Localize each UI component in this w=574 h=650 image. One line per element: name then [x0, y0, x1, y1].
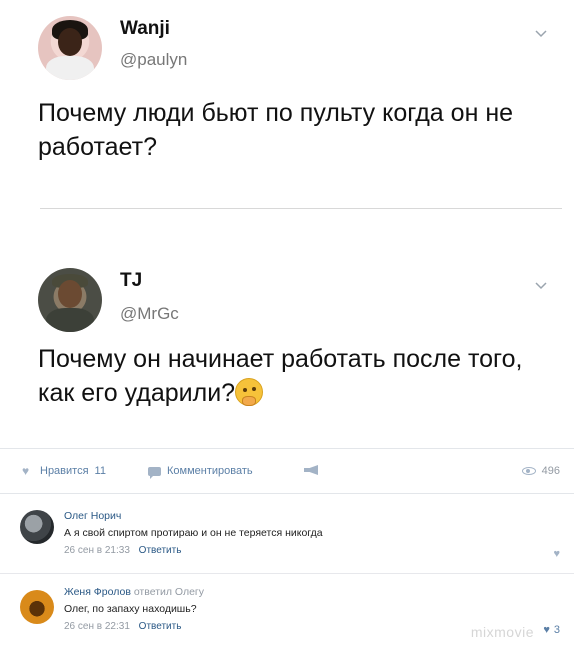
avatar-body [46, 56, 94, 80]
comment-meta: 26 сен в 21:33 Ответить [64, 545, 181, 556]
avatar-body [46, 308, 94, 332]
comment-meta: 26 сен в 22:31 Ответить [64, 621, 181, 632]
reply-to-label[interactable]: ответил Олегу [134, 586, 204, 598]
comment-date[interactable]: 26 сен в 22:31 [64, 621, 130, 632]
tweet-author-name[interactable]: TJ [120, 270, 142, 292]
comment-like-count: 3 [553, 624, 560, 636]
post-action-bar: ♥ Нравится 11 Комментировать 496 [0, 448, 574, 494]
reply-button[interactable]: Ответить [139, 621, 182, 632]
like-count: 11 [94, 465, 106, 477]
comment-text: А я свой спиртом протираю и он не теряет… [64, 527, 323, 539]
comment-icon [148, 466, 161, 479]
views-counter: 496 [521, 465, 560, 477]
tweet-text: Почему люди бьют по пульту когда он не р… [38, 99, 514, 161]
avatar[interactable] [20, 590, 54, 624]
heart-icon: ♥ [553, 548, 560, 560]
comment-item: Олег Норич А я свой спиртом протираю и о… [0, 500, 574, 574]
avatar-face [58, 280, 82, 308]
comment-author-line: Женя Фролов ответил Олегу [64, 586, 204, 598]
comment-text: Олег, по запаху находишь? [64, 603, 197, 615]
tweet-author-handle[interactable]: @paulyn [120, 50, 187, 70]
avatar[interactable] [38, 16, 102, 80]
heart-icon: ♥ [543, 624, 550, 636]
megaphone-icon [304, 465, 318, 475]
tweet-author-handle[interactable]: @MrGc [120, 304, 179, 324]
like-label: Нравится [40, 465, 89, 477]
tweet-card-2: TJ @MrGc Почему он начинает работать пос… [0, 240, 574, 445]
watermark: mixmovie [470, 624, 534, 640]
reply-button[interactable]: Ответить [139, 545, 182, 556]
comment-date[interactable]: 26 сен в 21:33 [64, 545, 130, 556]
share-button[interactable] [304, 465, 318, 475]
chevron-down-icon[interactable] [534, 26, 548, 40]
comment-like-button[interactable]: ♥ [553, 548, 560, 560]
views-count: 496 [541, 465, 560, 477]
divider [40, 208, 562, 209]
eye-icon [521, 467, 536, 475]
comment-author[interactable]: Олег Норич [64, 510, 121, 522]
tweet-text-content: Почему он начинает работать после того, … [38, 345, 523, 407]
avatar-face [58, 28, 82, 56]
avatar[interactable] [38, 268, 102, 332]
like-button[interactable]: ♥ Нравится 11 [22, 465, 106, 477]
comment-button[interactable]: Комментировать [148, 465, 253, 479]
tweet-card-1: Wanji @paulyn Почему люди бьют по пульту… [0, 0, 574, 210]
comment-author[interactable]: Женя Фролов [64, 586, 131, 598]
avatar[interactable] [20, 510, 54, 544]
comment-label: Комментировать [167, 465, 253, 477]
tweet-text: Почему он начинает работать после того, … [38, 342, 534, 410]
tweet-author-name[interactable]: Wanji [120, 18, 170, 40]
thinking-face-icon [235, 378, 264, 406]
heart-icon: ♥ [22, 464, 30, 478]
chevron-down-icon[interactable] [534, 278, 548, 292]
comment-like-button[interactable]: ♥ 3 [543, 624, 560, 636]
